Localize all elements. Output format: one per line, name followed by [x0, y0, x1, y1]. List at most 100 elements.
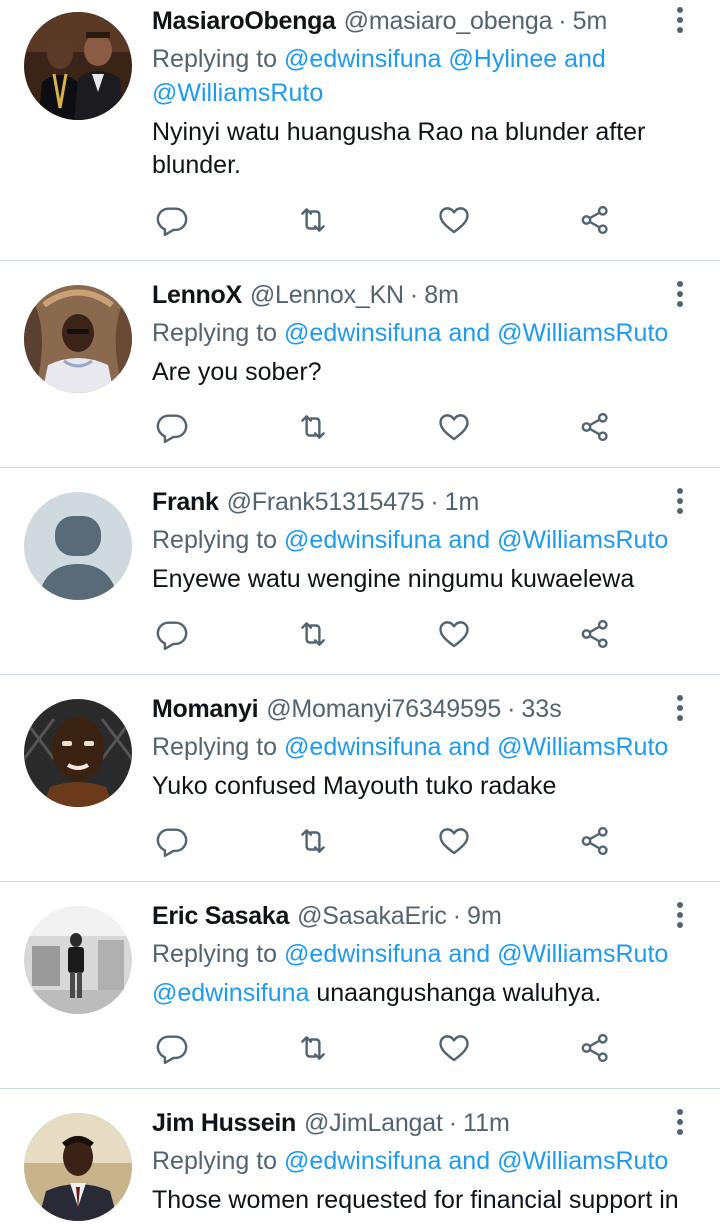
avatar[interactable] [24, 906, 132, 1014]
replying-and[interactable]: and [448, 1147, 490, 1175]
timestamp[interactable]: 5m [573, 7, 608, 36]
replying-to: Replying to @edwinsifuna and @WilliamsRu… [152, 937, 692, 971]
replying-mention[interactable]: @edwinsifuna [284, 526, 441, 554]
user-handle[interactable]: @Momanyi76349595 [266, 695, 501, 724]
retweet-icon[interactable] [293, 407, 333, 447]
more-options-icon[interactable] [666, 485, 694, 519]
replying-mention[interactable]: @edwinsifuna [284, 319, 441, 347]
like-icon[interactable] [434, 1028, 474, 1068]
text-mention[interactable]: @edwinsifuna [152, 979, 309, 1007]
retweet-icon[interactable] [293, 821, 333, 861]
replying-mention[interactable]: @edwinsifuna [284, 940, 441, 968]
timestamp[interactable]: 11m [463, 1109, 510, 1138]
replying-prefix: Replying to [152, 319, 278, 347]
timestamp[interactable]: 1m [445, 488, 480, 517]
separator-dot: · [409, 280, 419, 309]
replying-to: Replying to @edwinsifuna and @WilliamsRu… [152, 1144, 692, 1178]
reply-icon[interactable] [152, 407, 192, 447]
separator-dot: · [507, 694, 516, 723]
replying-to: Replying to @edwinsifuna and @WilliamsRu… [152, 316, 692, 350]
more-options-icon[interactable] [666, 692, 694, 726]
like-icon[interactable] [434, 407, 474, 447]
user-handle[interactable]: @SasakaEric [297, 902, 447, 931]
tweet-text: Yuko confused Mayouth tuko radake [152, 772, 557, 800]
avatar[interactable] [24, 285, 132, 393]
reply-icon[interactable] [152, 614, 192, 654]
replying-and[interactable]: and [448, 733, 490, 761]
replying-mention-last[interactable]: @WilliamsRuto [497, 733, 668, 761]
user-handle[interactable]: @JimLangat [304, 1109, 443, 1138]
share-icon[interactable] [575, 407, 615, 447]
tweet-header: Momanyi @Momanyi76349595 · 33s [152, 692, 562, 726]
tweet-text: Those women requested for financial supp… [152, 1186, 679, 1214]
tweet-text: @edwinsifuna unaangushanga waluhya. [152, 977, 697, 1010]
replying-mention[interactable]: @edwinsifuna [284, 1147, 441, 1175]
tweet[interactable]: LennoX @Lennox_KN · 8m Replying to @edwi… [0, 261, 720, 468]
tweet-header: Frank @Frank51315475 · 1m [152, 485, 479, 519]
like-icon[interactable] [434, 821, 474, 861]
replying-mention-last[interactable]: @WilliamsRuto [497, 1147, 668, 1175]
tweet-actions [152, 407, 622, 447]
separator-dot: · [430, 487, 439, 516]
reply-icon[interactable] [152, 1028, 192, 1068]
replying-mention[interactable]: @edwinsifuna [284, 733, 441, 761]
retweet-icon[interactable] [293, 200, 333, 240]
reply-icon[interactable] [152, 200, 192, 240]
tweet[interactable]: Frank @Frank51315475 · 1m Replying to @e… [0, 468, 720, 675]
replying-and[interactable]: and [448, 319, 490, 347]
timestamp[interactable]: 8m [424, 281, 459, 310]
display-name[interactable]: Momanyi [152, 695, 259, 724]
avatar[interactable] [24, 699, 132, 807]
tweet-text: Are you sober? [152, 358, 322, 386]
more-options-icon[interactable] [666, 278, 694, 312]
more-options-icon[interactable] [666, 1106, 694, 1140]
replying-to: Replying to @edwinsifuna and @WilliamsRu… [152, 730, 692, 764]
timestamp[interactable]: 33s [521, 695, 561, 724]
replying-and[interactable]: and [564, 45, 606, 73]
separator-dot: · [448, 1108, 458, 1137]
like-icon[interactable] [434, 200, 474, 240]
share-icon[interactable] [575, 1028, 615, 1068]
tweet-actions [152, 821, 622, 861]
share-icon[interactable] [575, 614, 615, 654]
tweet-actions [152, 200, 622, 240]
reply-icon[interactable] [152, 821, 192, 861]
display-name[interactable]: MasiaroObenga [152, 7, 336, 36]
display-name[interactable]: Eric Sasaka [152, 902, 289, 931]
tweet-text: Enyewe watu wengine ningumu kuwaelewa [152, 565, 635, 593]
retweet-icon[interactable] [293, 614, 333, 654]
replying-mention-last[interactable]: @WilliamsRuto [497, 526, 668, 554]
replying-mention-last[interactable]: @WilliamsRuto [152, 79, 323, 107]
timestamp[interactable]: 9m [467, 902, 502, 931]
tweet[interactable]: Eric Sasaka @SasakaEric · 9m Replying to… [0, 882, 720, 1089]
tweet[interactable]: Momanyi @Momanyi76349595 · 33s Replying … [0, 675, 720, 882]
tweet[interactable]: MasiaroObenga @masiaro_obenga · 5m Reply… [0, 0, 720, 261]
tweet-actions [152, 614, 622, 654]
display-name[interactable]: LennoX [152, 281, 242, 310]
replying-mention-last[interactable]: @WilliamsRuto [497, 940, 668, 968]
replying-and[interactable]: and [448, 940, 490, 968]
replying-mention[interactable]: @edwinsifuna @Hylinee [284, 45, 557, 73]
user-handle[interactable]: @Lennox_KN [250, 281, 404, 310]
tweet-text-body: unaangushanga waluhya. [309, 979, 602, 1007]
like-icon[interactable] [434, 614, 474, 654]
avatar[interactable] [24, 1113, 132, 1221]
replying-mention-last[interactable]: @WilliamsRuto [497, 319, 668, 347]
avatar[interactable] [24, 12, 132, 120]
share-icon[interactable] [575, 200, 615, 240]
avatar[interactable] [24, 492, 132, 600]
user-handle[interactable]: @masiaro_obenga [344, 7, 553, 36]
separator-dot: · [452, 901, 462, 930]
share-icon[interactable] [575, 821, 615, 861]
replying-and[interactable]: and [448, 526, 490, 554]
display-name[interactable]: Frank [152, 488, 219, 517]
more-options-icon[interactable] [666, 899, 694, 933]
tweet[interactable]: Jim Hussein @JimLangat · 11m Replying to… [0, 1089, 720, 1224]
user-handle[interactable]: @Frank51315475 [227, 488, 425, 517]
more-options-icon[interactable] [666, 4, 694, 38]
replying-to: Replying to @edwinsifuna @Hylinee and @W… [152, 42, 692, 110]
tweet-actions [152, 1028, 622, 1068]
display-name[interactable]: Jim Hussein [152, 1109, 296, 1138]
retweet-icon[interactable] [293, 1028, 333, 1068]
replying-prefix: Replying to [152, 1147, 278, 1175]
